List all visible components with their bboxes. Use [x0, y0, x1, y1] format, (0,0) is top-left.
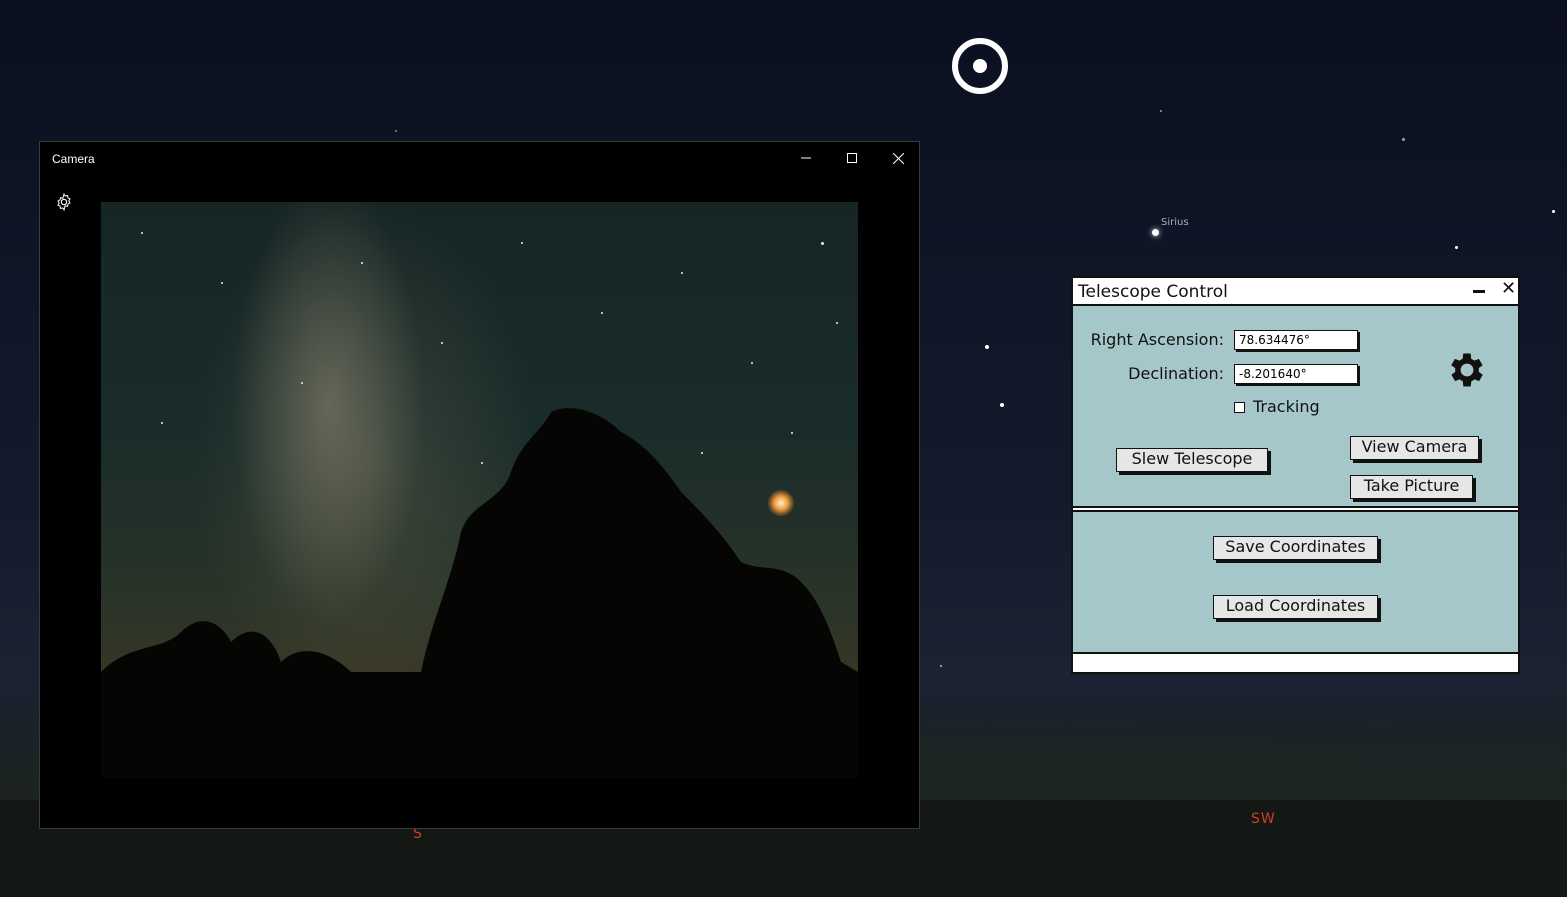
- view-camera-button[interactable]: View Camera: [1350, 436, 1479, 460]
- right-ascension-label: Right Ascension:: [1090, 330, 1224, 349]
- telescope-control-title: Telescope Control: [1078, 282, 1228, 302]
- close-icon: [892, 152, 904, 164]
- maximize-icon: [847, 153, 857, 163]
- declination-input[interactable]: -8.201640°: [1234, 364, 1358, 384]
- camera-window-title: Camera: [52, 152, 95, 166]
- minimize-icon: [801, 157, 811, 159]
- sky-star: [1152, 229, 1159, 236]
- telescope-control-window: Telescope Control ✕ Right Ascension: 78.…: [1071, 276, 1520, 674]
- declination-label: Declination:: [1128, 364, 1224, 383]
- coordinates-panel: Save Coordinates Load Coordinates: [1073, 510, 1518, 654]
- telescope-position-panel: Right Ascension: 78.634476° Declination:…: [1073, 306, 1518, 508]
- star-label-sirius: Sirius: [1161, 217, 1189, 228]
- gear-icon: [57, 192, 71, 212]
- maximize-button[interactable]: [829, 142, 875, 174]
- sky-star: [395, 130, 397, 132]
- sky-star: [1160, 110, 1162, 112]
- tracking-checkbox[interactable]: [1234, 402, 1245, 413]
- camera-window: Camera: [39, 141, 920, 829]
- camera-settings-button[interactable]: [52, 190, 76, 214]
- compass-southwest: SW: [1251, 811, 1276, 827]
- sky-star: [940, 665, 942, 667]
- reticle-center: [973, 59, 987, 73]
- sky-star: [1552, 210, 1555, 213]
- close-button[interactable]: [875, 142, 921, 174]
- camera-preview-image: [101, 202, 858, 778]
- status-bar: [1073, 654, 1518, 672]
- load-coordinates-button[interactable]: Load Coordinates: [1213, 595, 1378, 619]
- close-icon[interactable]: ✕: [1501, 278, 1516, 299]
- sky-star: [1402, 138, 1405, 141]
- camera-titlebar[interactable]: Camera: [40, 142, 919, 174]
- telescope-control-titlebar[interactable]: Telescope Control ✕: [1073, 278, 1518, 306]
- take-picture-button[interactable]: Take Picture: [1350, 475, 1473, 499]
- sky-star: [1000, 403, 1004, 407]
- minimize-button[interactable]: [783, 142, 829, 174]
- tree-silhouette: [101, 408, 858, 778]
- save-coordinates-button[interactable]: Save Coordinates: [1213, 536, 1378, 560]
- right-ascension-input[interactable]: 78.634476°: [1234, 330, 1358, 350]
- slew-telescope-button[interactable]: Slew Telescope: [1116, 448, 1268, 472]
- settings-gear-icon[interactable]: [1445, 348, 1489, 392]
- sky-star: [985, 345, 989, 349]
- minimize-icon[interactable]: [1473, 290, 1485, 293]
- sky-star: [1455, 246, 1458, 249]
- tracking-label: Tracking: [1253, 397, 1320, 416]
- target-reticle-icon[interactable]: [952, 38, 1008, 94]
